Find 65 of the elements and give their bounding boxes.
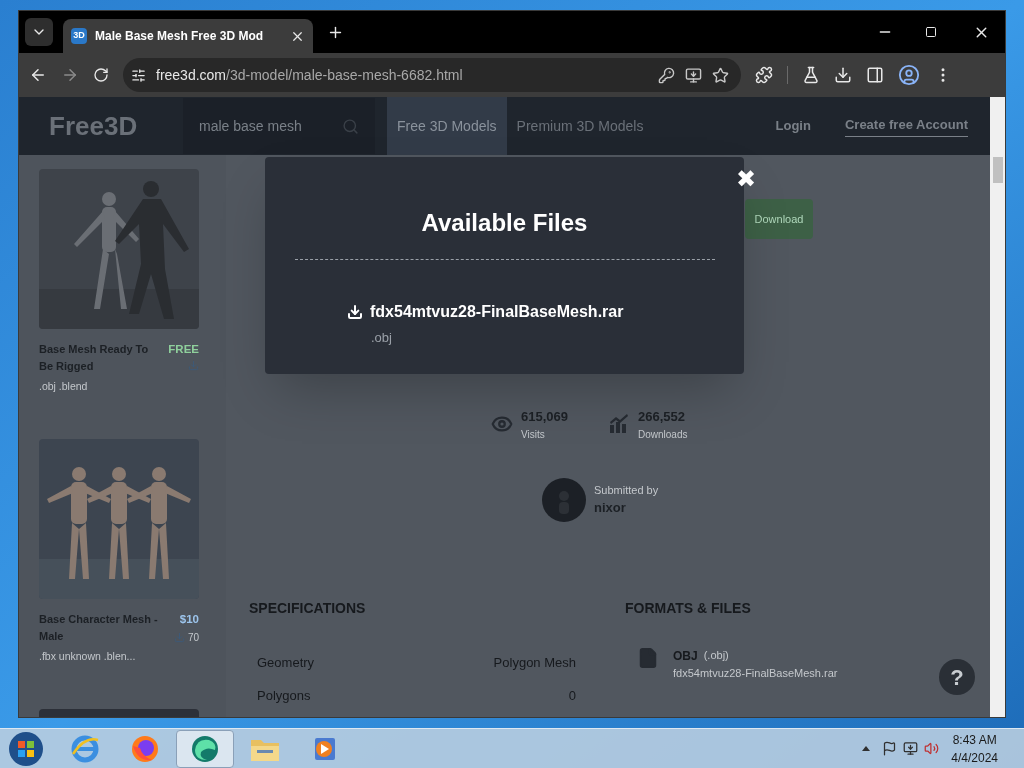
download-button[interactable]: Download <box>745 199 813 239</box>
model-formats: .obj .blend <box>39 379 89 394</box>
speaker-muted-icon[interactable] <box>924 741 940 756</box>
clock-date: 4/4/2024 <box>951 749 998 767</box>
key-icon[interactable] <box>658 66 675 84</box>
stat-label: Downloads <box>638 427 688 442</box>
nav-tab[interactable]: Free 3D Models <box>387 97 507 155</box>
download-count-icon <box>188 360 199 372</box>
create-account-link[interactable]: Create free Account <box>844 114 968 138</box>
search-field[interactable]: male base mesh <box>183 98 375 154</box>
download-count: 70 <box>187 631 199 645</box>
stat-value: 615,069 <box>521 408 568 426</box>
download-icon <box>347 304 363 320</box>
flask-icon[interactable] <box>802 66 820 84</box>
reload-icon[interactable] <box>93 67 109 83</box>
site-logo[interactable]: Free3D <box>49 106 183 146</box>
install-icon[interactable] <box>685 66 702 84</box>
maximize-icon[interactable] <box>925 26 937 38</box>
side-panel-icon[interactable] <box>866 66 884 84</box>
downloads-icon[interactable] <box>834 66 852 84</box>
close-button[interactable]: ✖ <box>736 167 756 191</box>
submitted-by-label: Submitted by <box>594 482 659 498</box>
tab-list-button[interactable] <box>25 18 53 46</box>
profile-icon[interactable] <box>898 64 920 86</box>
bar-chart-icon <box>608 413 630 436</box>
model-price: FREE <box>168 342 199 357</box>
dialog-title: Available Files <box>421 208 588 238</box>
section-heading: FORMATS & FILES <box>625 598 752 618</box>
file-link[interactable]: fdx54mtvuz28-FinalBaseMesh.rar <box>370 300 624 324</box>
format-name: OBJ <box>673 647 698 665</box>
model-formats: .fbx unknown .blen... <box>39 649 137 664</box>
wave-swirl-icon[interactable] <box>189 733 221 764</box>
address-bar[interactable]: free3d.com/3d-model/male-base-mesh-6682.html <box>123 58 741 92</box>
address-text: free3d.com/3d-model/male-base-mesh-6682.html <box>156 65 463 85</box>
site-info-icon[interactable] <box>131 67 146 83</box>
spec-label: Geometry <box>257 653 315 672</box>
extensions-icon[interactable] <box>755 66 773 84</box>
tab-title: Male Base Mesh Free 3D Mod <box>95 28 265 45</box>
submitter-name[interactable]: nixor <box>594 498 659 518</box>
file-name[interactable]: fdx54mtvuz28-FinalBaseMesh.rar <box>673 664 838 681</box>
clock-time: 8:43 AM <box>952 731 997 749</box>
spec-label: Polygons <box>257 687 311 705</box>
spec-value: Polygon Mesh <box>493 653 576 672</box>
login-link[interactable]: Login <box>775 116 811 136</box>
avatar <box>542 477 586 522</box>
format-extension: (.obj) <box>703 647 729 663</box>
flag-icon[interactable] <box>882 741 898 756</box>
file-icon <box>637 646 659 669</box>
tray-arrow-icon[interactable] <box>862 746 871 751</box>
nav-tab[interactable]: Premium 3D Models <box>506 97 654 155</box>
stat-value: 266,552 <box>638 408 686 426</box>
scrollbar[interactable] <box>990 97 1005 717</box>
tab-favicon: 3D <box>71 28 87 44</box>
file-extension: .obj <box>371 329 393 347</box>
stat-label: Visits <box>521 427 546 442</box>
bookmark-star-icon[interactable] <box>712 66 729 84</box>
section-heading: SPECIFICATIONS <box>249 598 367 618</box>
spec-value: 0 <box>568 687 576 705</box>
model-price: $10 <box>179 611 199 627</box>
start-orb-icon[interactable] <box>8 730 44 767</box>
forward-icon[interactable] <box>61 66 79 84</box>
browser-tab[interactable]: 3D Male Base Mesh Free 3D Mod <box>63 19 313 53</box>
download-count-icon <box>173 632 185 643</box>
fox-globe-icon[interactable] <box>130 733 160 764</box>
back-icon[interactable] <box>29 66 47 84</box>
